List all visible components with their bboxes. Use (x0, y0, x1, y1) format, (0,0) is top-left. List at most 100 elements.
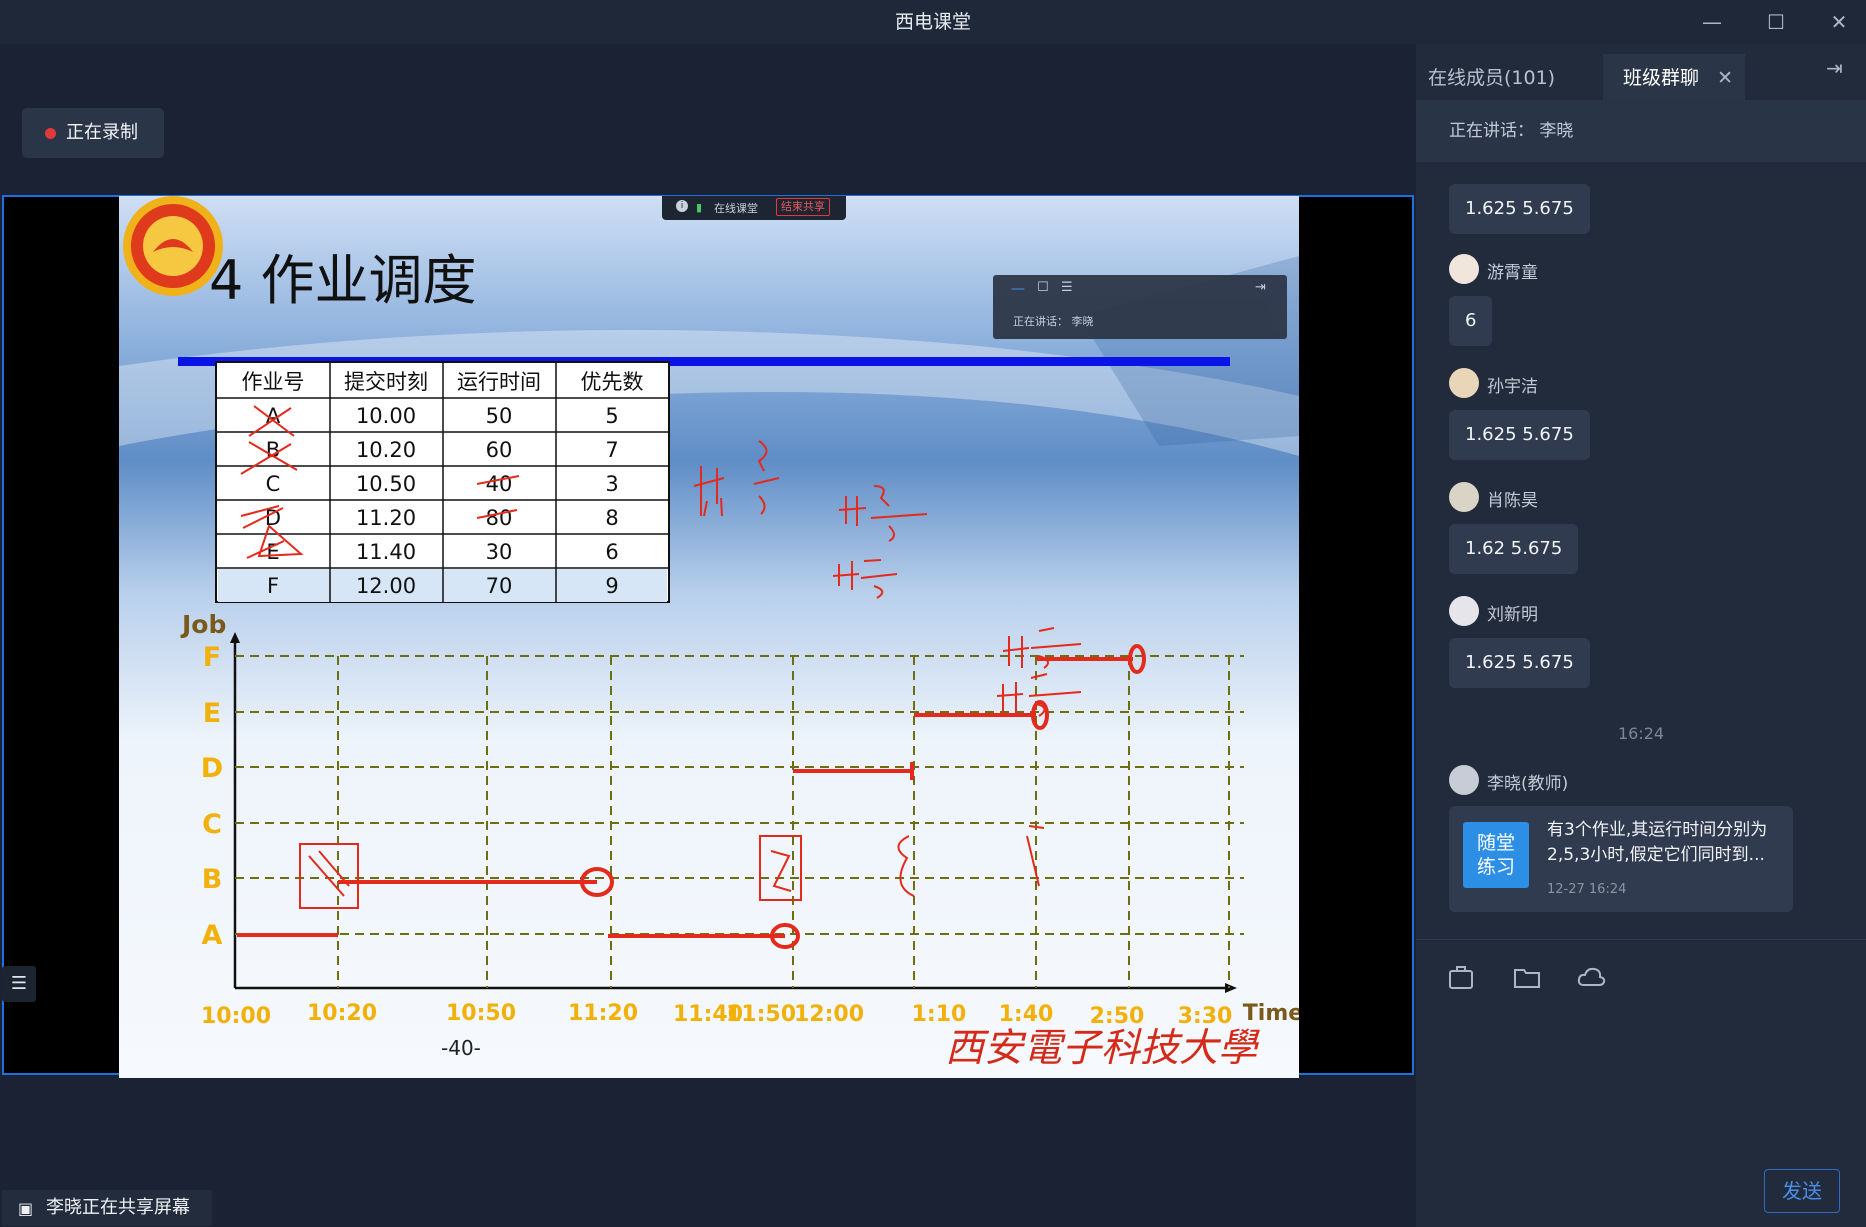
table-cell: 30 (486, 540, 513, 564)
list-toggle-icon[interactable]: ☰ (2, 966, 36, 1002)
chat-message-bubble: 1.625 5.675 (1449, 184, 1590, 234)
stop-share-button[interactable]: 结束共享 (776, 198, 830, 216)
table-cell: 3 (605, 472, 618, 496)
chat-sender-name: 李晓(教师) (1487, 774, 1569, 794)
gantt-time-tick: 12:00 (794, 1002, 864, 1027)
chat-message-bubble: 1.62 5.675 (1449, 524, 1579, 574)
announcement-icon[interactable] (1446, 962, 1476, 992)
gantt-time-tick: 10:20 (307, 1001, 377, 1026)
university-name: 西安電子科技大學 (945, 1026, 1260, 1071)
chat-toolbar (1416, 939, 1866, 1000)
table-cell: F (267, 574, 279, 598)
send-button[interactable]: 发送 (1764, 1169, 1840, 1213)
collapse-panel-icon[interactable]: ⇥ (1826, 56, 1843, 80)
avatar (1449, 254, 1479, 284)
minimize-icon[interactable]: — (1011, 281, 1025, 297)
university-logo-icon (123, 196, 223, 296)
gantt-job-label: A (202, 920, 223, 951)
gantt-job-label: D (201, 753, 223, 784)
folder-icon[interactable] (1512, 962, 1542, 992)
close-icon[interactable]: ✕ (1825, 8, 1853, 36)
sharing-status-label: 李晓正在共享屏幕 (46, 1197, 190, 1218)
share-app-label: 在线课堂 (714, 202, 758, 215)
screen-share-icon: ▣ (18, 1199, 34, 1218)
table-header: 优先数 (581, 370, 644, 394)
slide-page-number: -40- (441, 1036, 481, 1060)
table-cell: 80 (486, 506, 513, 530)
gantt-time-tick: 11:50 (726, 1002, 796, 1027)
maximize-icon[interactable]: ☐ (1762, 8, 1790, 36)
speaking-label: 正在讲话： 李晓 (1449, 121, 1574, 141)
table-cell: 10.20 (356, 438, 416, 462)
gantt-x-title: Time (1243, 1001, 1299, 1026)
maximize-icon[interactable]: ☐ (1037, 280, 1049, 295)
exercise-text: 有3个作业,其运行时间分别为2,5,3小时,假定它们同时到... (1547, 820, 1768, 865)
table-cell: 6 (605, 540, 618, 564)
table-cell: 11.20 (356, 506, 416, 530)
table-cell: C (266, 472, 281, 496)
exit-icon[interactable]: ⇥ (1255, 280, 1266, 295)
gantt-time-tick: 1:40 (999, 1002, 1054, 1027)
speaking-banner: 正在讲话： 李晓 (1416, 100, 1866, 162)
job-table: 作业号 提交时刻 运行时间 优先数 A 10.00 50 5 B 10.20 6… (215, 361, 670, 603)
avatar (1449, 596, 1479, 626)
chat-message-bubble: 1.625 5.675 (1449, 638, 1590, 688)
floating-mini-window: — ☐ ☰ ⇥ 正在讲话： 李晓 (993, 275, 1287, 339)
slide-title: 4 作业调度 (209, 249, 477, 312)
title-bar: 西电课堂 — ☐ ✕ (0, 0, 1866, 44)
avatar (1449, 482, 1479, 512)
gantt-time-tick: 10:50 (446, 1001, 516, 1026)
gantt-job-label: E (203, 698, 221, 729)
signal-icon: ▮ (696, 201, 703, 214)
avatar (1449, 368, 1479, 398)
table-cell: 7 (605, 438, 618, 462)
table-cell: 10.00 (356, 404, 416, 428)
tab-online-members[interactable]: 在线成员(101) (1428, 54, 1555, 102)
table-cell: 12.00 (356, 574, 416, 598)
chat-sender-name: 刘新明 (1487, 605, 1538, 625)
table-cell: 70 (486, 574, 513, 598)
table-cell: 11.40 (356, 540, 416, 564)
table-cell: 9 (605, 574, 618, 598)
table-cell: 8 (605, 506, 618, 530)
avatar (1449, 765, 1479, 795)
mini-speaking-label: 正在讲话： 李晓 (1013, 315, 1094, 328)
table-header: 作业号 (242, 370, 305, 394)
table-cell: 60 (486, 438, 513, 462)
gantt-x-arrow-icon (1225, 983, 1237, 993)
close-tab-icon[interactable]: ✕ (1717, 54, 1733, 102)
exercise-card[interactable]: 随堂 练习 有3个作业,其运行时间分别为2,5,3小时,假定它们同时到... 1… (1449, 806, 1793, 912)
gantt-bars (237, 644, 1146, 949)
gantt-grid (235, 655, 1244, 988)
menu-icon[interactable]: ☰ (1061, 280, 1073, 295)
gantt-y-title: Job (180, 610, 226, 639)
gantt-time-tick: 10:00 (201, 1004, 271, 1029)
table-cell: 10.50 (356, 472, 416, 496)
gantt-time-tick: 1:10 (912, 1002, 967, 1027)
exercise-time: 12-27 16:24 (1547, 882, 1627, 897)
window-title: 西电课堂 (894, 11, 971, 33)
minimize-icon[interactable]: — (1698, 8, 1726, 36)
chat-sender-name: 孙宇洁 (1487, 377, 1538, 397)
info-icon[interactable]: i (676, 200, 688, 212)
table-cell: 5 (605, 404, 618, 428)
tab-class-chat-label: 班级群聊 (1623, 67, 1700, 89)
table-header: 提交时刻 (344, 370, 428, 394)
chat-message-bubble: 6 (1449, 296, 1493, 346)
sharing-status: ▣ 李晓正在共享屏幕 (2, 1190, 212, 1226)
table-cell: 50 (486, 404, 513, 428)
gantt-job-label: C (202, 809, 222, 840)
exercise-badge-label: 随堂 练习 (1476, 832, 1515, 878)
recording-button[interactable]: 正在录制 (22, 108, 164, 158)
recording-label: 正在录制 (66, 122, 138, 143)
cloud-icon[interactable] (1576, 962, 1606, 992)
chat-sender-name: 肖陈昊 (1487, 491, 1538, 511)
tab-class-chat[interactable]: 班级群聊 ✕ (1603, 54, 1745, 102)
gantt-job-label: B (202, 864, 223, 895)
chat-timestamp: 16:24 (1617, 724, 1665, 743)
recording-dot-icon (45, 128, 56, 139)
chat-panel: 在线成员(101) 班级群聊 ✕ ⇥ 正在讲话： 李晓 1.625 5.675 … (1416, 44, 1866, 1227)
exercise-badge: 随堂 练习 (1463, 822, 1529, 888)
table-cell: 40 (486, 472, 513, 496)
table-header: 运行时间 (457, 370, 541, 394)
